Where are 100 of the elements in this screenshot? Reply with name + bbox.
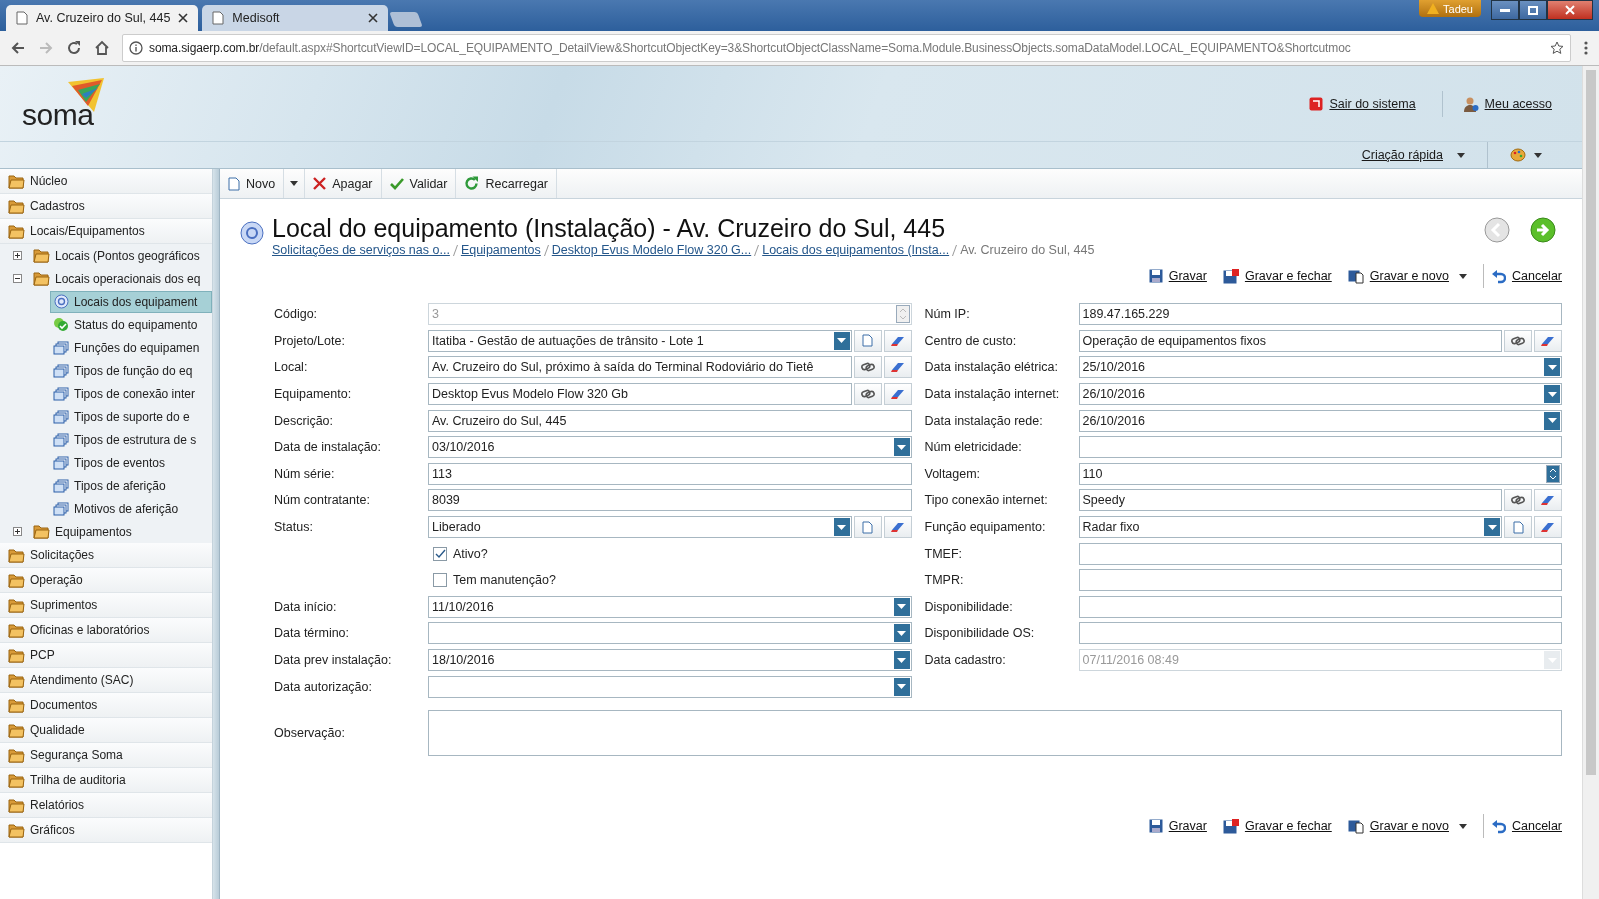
input-field[interactable] [1078,542,1562,565]
quick-create-link[interactable]: Criação rápida [1361,148,1443,162]
expander-icon[interactable] [13,527,22,536]
field-button[interactable] [883,329,912,352]
input-field[interactable]: Av. Cruzeiro do Sul, 445 [428,409,912,432]
field-button[interactable] [1504,489,1532,512]
checkbox[interactable] [433,573,447,588]
input-field[interactable]: 03/10/2016 [428,436,912,459]
close-window-button[interactable] [1547,0,1593,20]
field-button[interactable] [853,356,882,379]
input-field[interactable]: 8039 [428,489,912,512]
input-field[interactable]: 26/10/2016 [1078,383,1562,406]
action-link[interactable]: Gravar e novo [1347,818,1449,834]
input-field[interactable] [1078,436,1562,459]
toolbar-button[interactable]: Recarregar [456,169,557,198]
action-link[interactable]: Gravar [1148,269,1207,283]
dropdown-button[interactable] [893,438,910,457]
field-button[interactable] [1534,489,1562,512]
input-field[interactable]: Desktop Evus Modelo Flow 320 Gb [428,383,852,406]
field-button[interactable] [883,516,912,539]
input-field[interactable] [428,675,912,698]
caret-icon[interactable] [1457,152,1465,158]
expander-icon[interactable] [13,251,22,260]
input-field[interactable]: 26/10/2016 [1078,409,1562,432]
input-field[interactable]: 113 [428,462,912,485]
header-link[interactable]: Sair do sistema [1329,96,1416,111]
sidebar-item[interactable]: Locais dos equipament [50,290,212,313]
input-field[interactable]: Itatiba - Gestão de autuações de trânsito - Lote 1 [428,329,852,352]
close-icon[interactable] [368,13,379,23]
input-field[interactable]: Av. Cruzeiro do Sul, próximo à saída do Terminal Rodoviário do Tietê [428,356,852,379]
breadcrumb-link[interactable]: Equipamentos [460,243,541,257]
menu-icon[interactable] [1583,40,1589,56]
breadcrumb-link[interactable]: Desktop Evus Modelo Flow 320 G... [551,243,752,257]
field-button[interactable] [1504,329,1532,352]
action-link[interactable]: Gravar e fechar [1222,818,1332,834]
input-field[interactable]: Radar fixo [1078,516,1502,539]
dropdown-button[interactable] [1458,823,1467,829]
minimize-button[interactable] [1491,0,1519,20]
input-field[interactable]: 18/10/2016 [428,649,912,671]
new-tab-button[interactable] [389,12,424,27]
toolbar-button[interactable]: Apagar [305,169,382,198]
input-field[interactable] [1078,595,1562,618]
field-button[interactable] [1504,516,1532,539]
browser-tab[interactable]: Medisoft [202,5,389,31]
palette-icon[interactable] [1510,148,1526,162]
home-icon[interactable] [94,40,110,56]
toolbar-button[interactable]: Novo [220,169,285,198]
input-field[interactable] [1078,622,1562,645]
input-field[interactable]: 25/10/2016 [1078,356,1562,379]
restore-button[interactable] [1519,0,1547,20]
close-icon[interactable] [178,13,189,23]
input-field[interactable] [428,622,912,645]
action-link[interactable]: Cancelar [1491,818,1562,834]
action-link[interactable]: Gravar [1148,819,1207,833]
dropdown-button[interactable] [893,597,910,616]
field-label: Data instalação rede: [924,413,1044,428]
action-link[interactable]: Gravar e novo [1347,268,1449,284]
dropdown-button[interactable] [893,624,910,643]
header-link[interactable]: Meu acesso [1484,96,1552,111]
action-link[interactable]: Cancelar [1491,268,1562,284]
expander-icon[interactable] [13,274,22,283]
dropdown-button[interactable] [833,518,850,537]
browser-tab[interactable]: Av. Cruzeiro do Sul, 445 [6,5,199,31]
field-button[interactable] [853,329,882,352]
dropdown-button[interactable] [1544,358,1560,377]
input-field[interactable]: 189.47.165.229 [1078,303,1562,326]
toolbar-button[interactable]: Validar [381,169,457,198]
field-button[interactable] [853,516,882,539]
scrollbar[interactable] [1582,66,1599,899]
field-button[interactable] [883,356,912,379]
field-button[interactable] [883,383,912,406]
dropdown-button[interactable] [893,677,910,696]
address-field[interactable]: soma.sigaerp.com.br/default.aspx#ShortcutViewID=LOCAL_EQUIPAMENTO_DetailView&ShortcutObjectKey=3&ShortcutObjectClassName=Soma.Module.BusinessObjects.somaDataModel.LOCAL_EQUIPAMENTO&Shortcutmoc [122,34,1571,62]
spinner-icon[interactable] [1546,464,1560,483]
dropdown-button[interactable] [1544,385,1560,404]
dropdown-button[interactable] [833,331,850,350]
star-icon[interactable] [1550,41,1564,55]
input-field[interactable] [1078,569,1562,592]
input-field[interactable]: Operação de equipamentos fixos [1078,329,1502,352]
reload-icon[interactable] [66,40,82,56]
caret-icon[interactable] [1534,152,1542,158]
input-field[interactable]: 110 [1078,462,1562,485]
checkbox[interactable] [433,546,447,561]
input-field[interactable]: Speedy [1078,489,1502,512]
action-link[interactable]: Gravar e fechar [1222,268,1332,284]
input-field[interactable]: Liberado [428,516,852,539]
back-icon[interactable] [10,40,26,56]
field-button[interactable] [1534,516,1562,539]
dropdown-button[interactable] [1458,273,1467,279]
field-button[interactable] [853,383,882,406]
field-button[interactable] [1534,329,1562,352]
dropdown-button[interactable] [1544,411,1560,430]
previous-icon[interactable] [1484,217,1510,243]
input-field[interactable]: 11/10/2016 [428,595,912,618]
dropdown-button[interactable] [1484,518,1500,537]
breadcrumb-link[interactable]: Solicitações de serviços nas o... [272,243,450,257]
notes-field[interactable] [428,709,1562,756]
next-icon[interactable] [1530,217,1556,243]
breadcrumb-link[interactable]: Locais dos equipamentos (Insta... [762,243,950,257]
dropdown-button[interactable] [893,651,910,669]
